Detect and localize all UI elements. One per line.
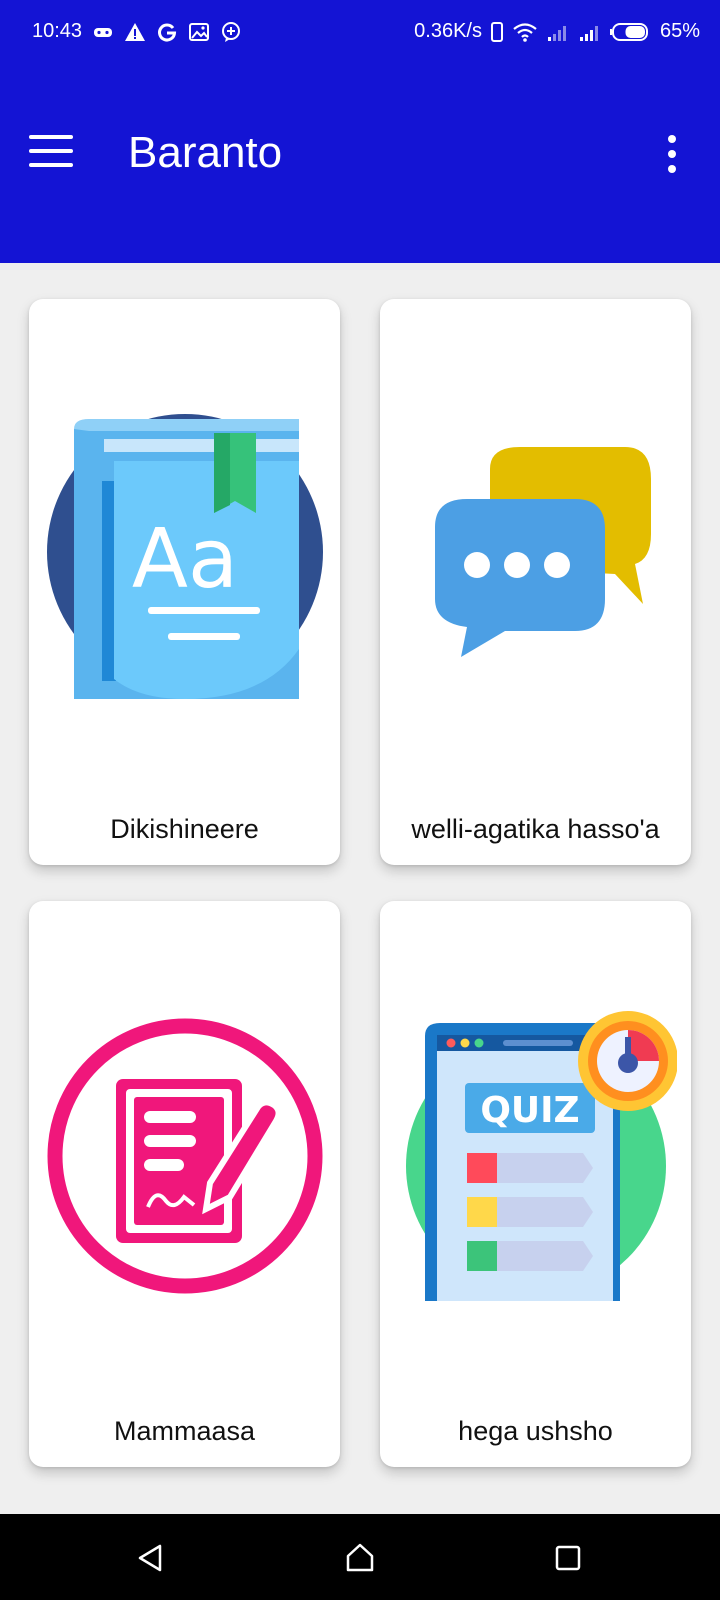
book-glyph: Aa <box>132 512 238 607</box>
hamburger-menu-icon[interactable] <box>26 132 76 172</box>
chat-bubbles-icon <box>435 447 651 657</box>
recents-icon[interactable] <box>546 1536 590 1580</box>
alert-icon <box>125 22 146 41</box>
page-title: Baranto <box>128 128 283 177</box>
more-vert-icon[interactable] <box>656 132 688 176</box>
signal-weak-icon <box>547 25 566 41</box>
card-label-dictionary: Dikishineere <box>110 814 259 844</box>
battery-percent: 65% <box>659 20 700 42</box>
vibrate-icon <box>490 21 503 42</box>
status-time: 10:43 <box>32 20 83 42</box>
status-bar: 10:43 0.36K/s 65% <box>0 0 720 66</box>
card-dictionary[interactable]: Aa Dikishineere <box>29 299 340 865</box>
app-bar: 10:43 0.36K/s 65% Baranto <box>0 0 720 263</box>
chat-plus-icon <box>222 21 241 42</box>
quiz-glyph: QUIZ <box>480 1090 579 1131</box>
image-icon <box>189 22 210 41</box>
card-proverbs[interactable]: Mammaasa <box>29 901 340 1467</box>
back-icon[interactable] <box>130 1536 174 1580</box>
wifi-icon <box>513 22 537 42</box>
system-nav-bar <box>0 1514 720 1600</box>
dictionary-book-icon: Aa <box>47 414 323 699</box>
battery-icon <box>609 22 648 41</box>
card-conversation[interactable]: welli-agatika hasso'a <box>380 299 691 865</box>
google-icon <box>158 23 177 42</box>
home-icon[interactable] <box>338 1536 382 1580</box>
card-label-proverbs: Mammaasa <box>113 1416 256 1446</box>
document-sign-icon <box>47 1018 323 1294</box>
card-label-quiz: hega ushsho <box>458 1416 613 1446</box>
card-quiz[interactable]: QUIZ hega ushsho <box>380 901 691 1467</box>
quiz-icon: QUIZ <box>406 1011 677 1301</box>
toolbar: Baranto <box>0 66 720 263</box>
card-label-conversation: welli-agatika hasso'a <box>411 814 660 844</box>
game-controller-icon <box>94 27 113 37</box>
signal-icon <box>579 25 598 41</box>
network-speed: 0.36K/s <box>414 20 482 42</box>
